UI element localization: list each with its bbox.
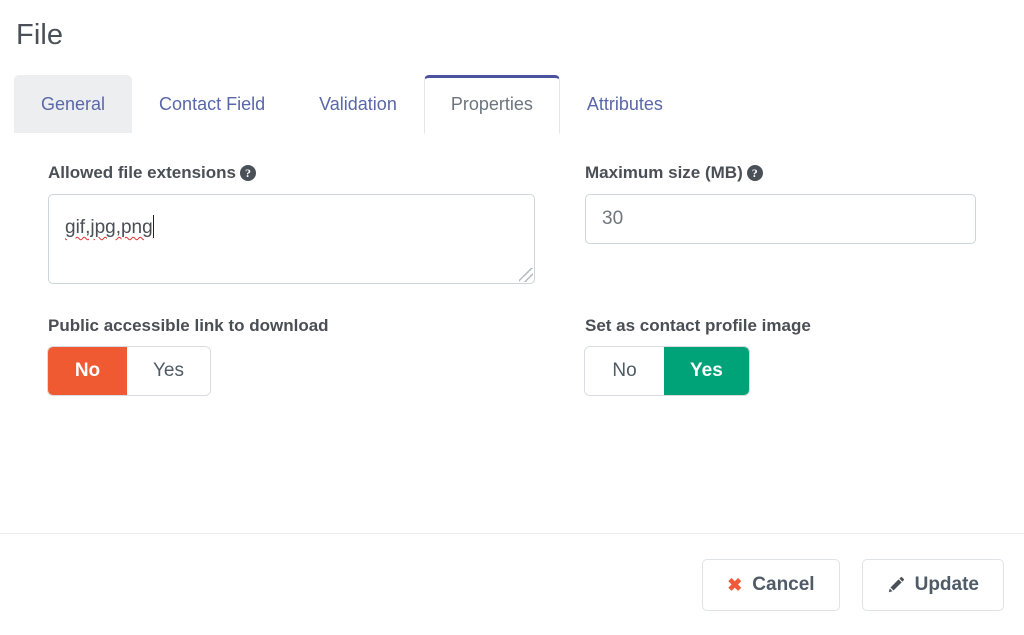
tab-overflow[interactable] bbox=[690, 97, 712, 134]
tab-properties[interactable]: Properties bbox=[423, 75, 560, 134]
label-text: Allowed file extensions bbox=[48, 163, 236, 182]
allowed-extensions-textarea-wrap: gif,jpg,png bbox=[48, 194, 535, 284]
update-button-label: Update bbox=[914, 573, 979, 595]
tab-label: Properties bbox=[450, 94, 533, 114]
profile-image-option-yes[interactable]: Yes bbox=[664, 347, 749, 395]
tab-label: Attributes bbox=[586, 94, 663, 114]
question-circle-icon[interactable]: ? bbox=[240, 165, 256, 181]
label-text: Maximum size (MB) bbox=[585, 163, 743, 182]
page-title: File bbox=[16, 19, 64, 51]
profile-image-toggle-group: No Yes bbox=[585, 347, 749, 395]
tab-validation[interactable]: Validation bbox=[292, 75, 424, 134]
tab-general[interactable]: General bbox=[14, 75, 133, 134]
dialog-body: Allowed file extensions? gif,jpg,png Max… bbox=[0, 134, 1024, 395]
update-button[interactable]: Update bbox=[861, 558, 1004, 611]
close-x-icon: ✖ bbox=[727, 574, 743, 595]
public-link-option-no[interactable]: No bbox=[48, 347, 127, 395]
maximum-size-input[interactable] bbox=[585, 194, 976, 244]
field-allowed-extensions: Allowed file extensions? gif,jpg,png bbox=[48, 162, 535, 284]
profile-image-label: Set as contact profile image bbox=[585, 316, 811, 335]
tab-label: Validation bbox=[319, 94, 397, 114]
field-public-link: Public accessible link to download No Ye… bbox=[48, 315, 535, 395]
dialog-footer: ✖ Cancel Update bbox=[0, 533, 1024, 635]
question-circle-icon[interactable]: ? bbox=[746, 165, 763, 181]
tab-contact-field[interactable]: Contact Field bbox=[132, 75, 292, 134]
dialog-header: File bbox=[0, 0, 1024, 54]
file-settings-dialog: File General Contact Field Validation Pr… bbox=[0, 0, 1024, 635]
allowed-extensions-label: Allowed file extensions? bbox=[48, 162, 535, 184]
maximum-size-label: Maximum size (MB)? bbox=[585, 162, 976, 184]
cancel-button-label: Cancel bbox=[752, 573, 815, 595]
tab-label: Contact Field bbox=[159, 94, 266, 114]
tab-label: General bbox=[41, 94, 106, 114]
profile-image-option-no[interactable]: No bbox=[585, 347, 664, 395]
properties-form: Allowed file extensions? gif,jpg,png Max… bbox=[48, 162, 976, 395]
field-maximum-size: Maximum size (MB)? bbox=[585, 162, 976, 284]
tab-attributes[interactable]: Attributes bbox=[560, 75, 690, 134]
public-link-label: Public accessible link to download bbox=[48, 316, 329, 335]
public-link-toggle-group: No Yes bbox=[48, 347, 210, 395]
public-link-option-yes[interactable]: Yes bbox=[127, 347, 210, 395]
field-profile-image: Set as contact profile image No Yes bbox=[585, 315, 976, 395]
tab-bar: General Contact Field Validation Propert… bbox=[0, 71, 1024, 134]
cancel-button[interactable]: ✖ Cancel bbox=[702, 558, 840, 611]
allowed-extensions-input[interactable] bbox=[48, 194, 535, 284]
pencil-icon bbox=[887, 576, 905, 594]
